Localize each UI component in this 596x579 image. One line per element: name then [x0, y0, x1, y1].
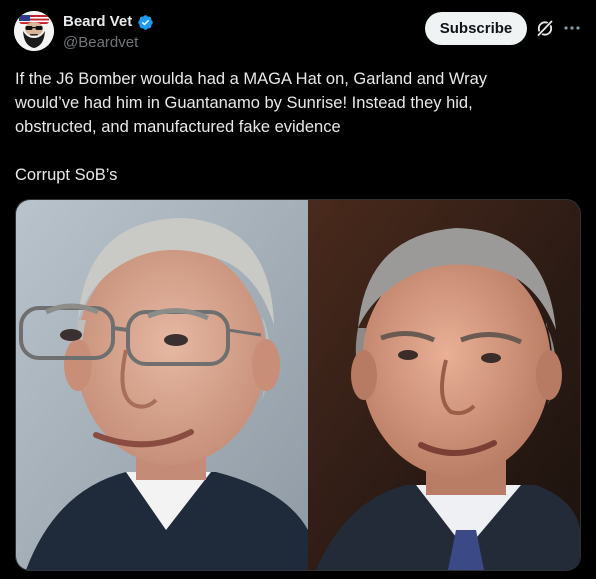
media-collage	[16, 200, 580, 570]
right-portrait-photo	[308, 200, 580, 570]
left-portrait-photo	[16, 200, 308, 570]
tweet-card: Beard Vet @Beardvet Subscribe If the J6 …	[0, 0, 596, 579]
grok-icon[interactable]	[535, 18, 555, 38]
more-dots-icon[interactable]	[563, 18, 581, 38]
author-handle[interactable]: @Beardvet	[63, 34, 138, 52]
tweet-text-line: If the J6 Bomber woulda had a MAGA Hat o…	[15, 70, 488, 88]
author-display-name[interactable]: Beard Vet	[63, 13, 132, 31]
tweet-text-line: obstructed, and manufactured fake eviden…	[15, 118, 341, 136]
bearded-face-avatar-icon	[14, 11, 54, 51]
tweet-text-line: would’ve had him in Guantanamo by Sunris…	[15, 94, 473, 112]
author-avatar[interactable]	[14, 11, 54, 51]
author-name-row[interactable]: Beard Vet	[63, 13, 154, 31]
tweet-media[interactable]	[15, 199, 581, 571]
tweet-signoff: Corrupt SoB’s	[15, 166, 118, 184]
verified-badge-icon	[138, 14, 153, 30]
subscribe-button[interactable]: Subscribe	[425, 12, 527, 45]
tweet-text: If the J6 Bomber woulda had a MAGA Hat o…	[15, 67, 585, 187]
